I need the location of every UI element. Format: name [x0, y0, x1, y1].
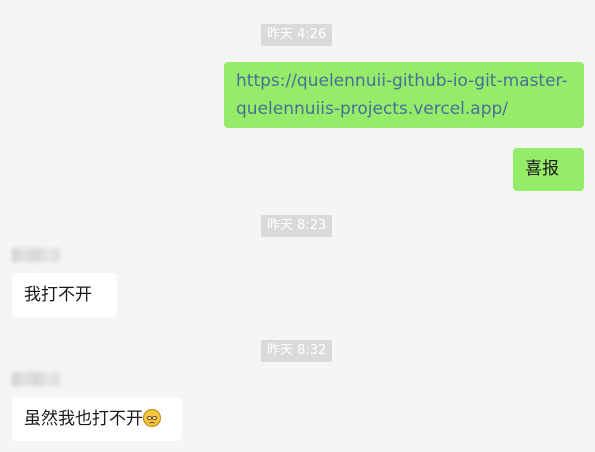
timestamp-3: 昨天 8:32 [261, 340, 333, 362]
sender-name-blurred [12, 372, 60, 386]
link-line-1[interactable]: https://quelennuii-github-io-git-master- [236, 67, 584, 95]
message-text: 喜报 [525, 159, 559, 179]
message-bubble-good-news[interactable]: 喜报 [513, 148, 584, 191]
pleading-face-icon [143, 409, 161, 427]
timestamp-1: 昨天 4:26 [261, 24, 333, 46]
message-text: 我打不开 [24, 285, 92, 305]
timestamp-2: 昨天 8:23 [261, 215, 333, 237]
message-text: 虽然我也打不开 [24, 409, 143, 429]
message-bubble-link[interactable]: https://quelennuii-github-io-git-master-… [224, 62, 584, 128]
message-bubble-also-cant-open[interactable]: 虽然我也打不开 [12, 397, 182, 441]
link-line-2[interactable]: quelennuiis-projects.vercel.app/ [236, 95, 584, 123]
sender-name-blurred [12, 248, 60, 262]
message-bubble-cant-open[interactable]: 我打不开 [12, 273, 117, 317]
